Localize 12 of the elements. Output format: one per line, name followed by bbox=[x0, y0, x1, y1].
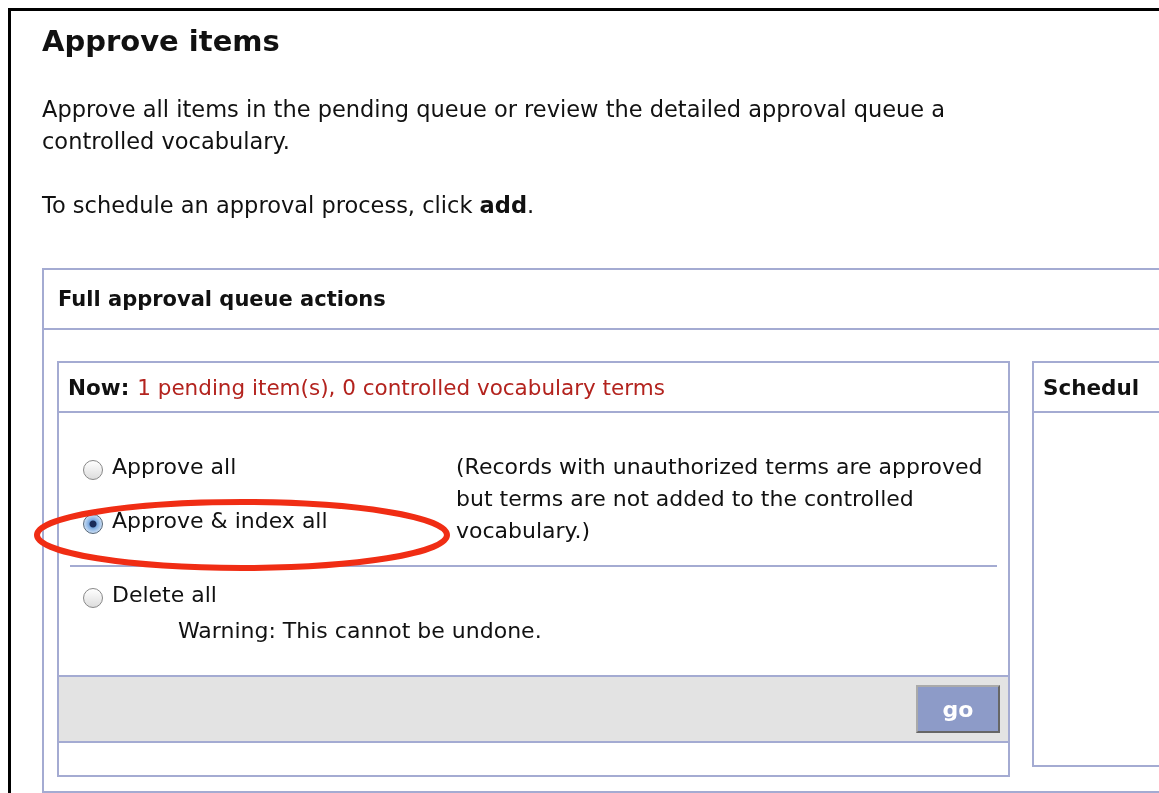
approval-note: (Records with unauthorized terms are approved but terms are not added to the controlled vocabulary.) bbox=[456, 453, 984, 545]
now-label: Now: bbox=[68, 374, 130, 400]
intro-text: Approve all items in the pending queue or review the detailed approval queue a bbox=[42, 95, 946, 124]
intro-text: controlled vocabulary. bbox=[42, 127, 290, 156]
radio-option[interactable]: Delete all bbox=[83, 577, 217, 613]
pending-summary: 1 pending item(s), 0 controlled vocabulary terms bbox=[137, 374, 665, 400]
radio-option[interactable]: Approve all bbox=[83, 451, 237, 483]
warning-text: Warning: This cannot be undone. bbox=[177, 617, 543, 645]
page-title: Approve items bbox=[42, 23, 280, 59]
panel-title: Full approval queue actions bbox=[58, 287, 386, 311]
schedule-title: Schedul bbox=[1043, 374, 1140, 400]
schedule-hint: To schedule an approval process, click add. bbox=[42, 191, 535, 220]
